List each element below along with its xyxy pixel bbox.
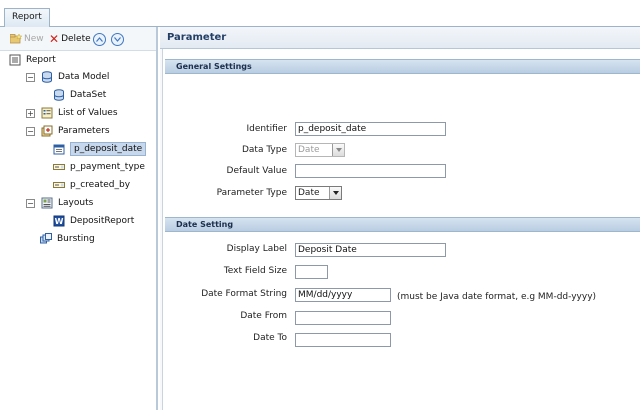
data-type-select[interactable]: Date xyxy=(295,143,345,157)
tree-node-bursting[interactable]: Bursting xyxy=(40,231,95,247)
date-format-hint: (must be Java date format, e.g MM-dd-yyy… xyxy=(397,292,597,302)
date-from-field[interactable] xyxy=(295,311,391,325)
data-model-icon xyxy=(41,71,53,83)
display-label-field[interactable]: Deposit Date xyxy=(295,243,446,257)
tree-label-deposit-report: DepositReport xyxy=(70,216,135,226)
text-parameter-icon xyxy=(53,161,65,173)
tree-label-report: Report xyxy=(26,55,56,65)
tab-strip: Report xyxy=(0,0,640,27)
default-value-field[interactable] xyxy=(295,164,446,178)
collapse-toggle-icon[interactable]: − xyxy=(26,126,35,136)
expand-toggle-icon[interactable]: + xyxy=(26,108,35,118)
date-to-field[interactable] xyxy=(295,333,391,347)
chevron-down-circle-icon xyxy=(111,32,124,46)
date-format-string-field[interactable]: MM/dd/yyyy xyxy=(295,288,391,302)
tree-label-layouts: Layouts xyxy=(58,198,94,208)
tree-node-parameters[interactable]: − Parameters xyxy=(26,123,110,139)
tree-node-p-deposit-date[interactable]: p_deposit_date xyxy=(53,141,147,157)
layouts-icon xyxy=(41,197,53,209)
new-button[interactable]: New xyxy=(9,32,44,46)
tree-node-layouts[interactable]: − Layouts xyxy=(26,195,93,211)
text-field-size-field[interactable] xyxy=(295,265,328,279)
delete-label: Delete xyxy=(61,34,91,44)
date-setting-header: Date Setting xyxy=(165,217,640,232)
tree-node-list-of-values[interactable]: + List of Values xyxy=(26,105,118,121)
parameter-type-label: Parameter Type xyxy=(216,188,287,198)
default-value-label: Default Value xyxy=(226,166,287,176)
display-label-label: Display Label xyxy=(226,244,287,254)
date-setting-title: Date Setting xyxy=(176,220,234,229)
text-field-size-label: Text Field Size xyxy=(223,266,287,276)
tree-node-deposit-report[interactable]: W DepositReport xyxy=(53,213,134,229)
date-format-string-label: Date Format String xyxy=(201,289,287,299)
collapse-toggle-icon[interactable]: − xyxy=(26,72,35,82)
collapse-toggle-icon[interactable]: − xyxy=(26,198,35,208)
date-from-label: Date From xyxy=(240,311,287,321)
dropdown-arrow-icon xyxy=(332,144,344,156)
dataset-icon xyxy=(53,89,65,101)
delete-x-icon: ✕ xyxy=(49,32,60,46)
tree-label-dataset: DataSet xyxy=(70,90,107,100)
list-of-values-icon xyxy=(41,107,53,119)
text-parameter-icon xyxy=(53,179,65,191)
tree-label-bursting: Bursting xyxy=(57,234,95,244)
move-down-button[interactable] xyxy=(111,32,124,46)
panel-title: Parameter xyxy=(167,32,227,43)
delete-button[interactable]: ✕ Delete xyxy=(49,32,91,46)
new-label: New xyxy=(24,34,44,44)
identifier-field[interactable]: p_deposit_date xyxy=(295,122,446,136)
date-to-label: Date To xyxy=(253,333,287,343)
report-icon xyxy=(9,54,21,66)
tree-node-data-model[interactable]: − Data Model xyxy=(26,69,109,85)
identifier-label: Identifier xyxy=(246,124,287,134)
tree-label-list-of-values: List of Values xyxy=(58,108,118,118)
dropdown-arrow-icon xyxy=(329,187,341,199)
tree-label-p-payment-type: p_payment_type xyxy=(70,162,145,172)
word-template-icon: W xyxy=(53,215,65,227)
tree-node-report[interactable]: Report xyxy=(9,52,56,68)
tree-node-dataset[interactable]: DataSet xyxy=(53,87,106,103)
chevron-up-circle-icon xyxy=(93,32,106,46)
tree-node-p-created-by[interactable]: p_created_by xyxy=(53,177,130,193)
panel-header: Parameter xyxy=(160,27,640,49)
move-up-button[interactable] xyxy=(93,32,106,46)
new-icon xyxy=(9,33,23,44)
data-type-value: Date xyxy=(298,145,320,155)
parameter-form: General Settings Identifier p_deposit_da… xyxy=(162,49,640,410)
tree-label-p-deposit-date: p_deposit_date xyxy=(70,142,147,156)
data-type-label: Data Type xyxy=(241,145,287,155)
tree-label-parameters: Parameters xyxy=(58,126,110,136)
report-outline-panel: New ✕ Delete Report − Data Model DataSet… xyxy=(0,27,158,410)
tree-node-p-payment-type[interactable]: p_payment_type xyxy=(53,159,145,175)
parameter-type-value: Date xyxy=(298,188,320,198)
svg-text:W: W xyxy=(55,217,64,226)
parameter-panel: Parameter General Settings Identifier p_… xyxy=(160,27,640,410)
tab-report[interactable]: Report xyxy=(4,8,50,27)
date-parameter-icon xyxy=(53,143,65,155)
tree-label-data-model: Data Model xyxy=(58,72,110,82)
general-settings-title: General Settings xyxy=(176,62,252,71)
parameters-icon xyxy=(41,125,53,137)
bursting-icon xyxy=(40,233,52,245)
parameter-type-select[interactable]: Date xyxy=(295,186,342,200)
outline-toolbar: New ✕ Delete xyxy=(0,27,156,51)
general-settings-header: General Settings xyxy=(165,59,640,74)
tree-label-p-created-by: p_created_by xyxy=(70,180,131,190)
